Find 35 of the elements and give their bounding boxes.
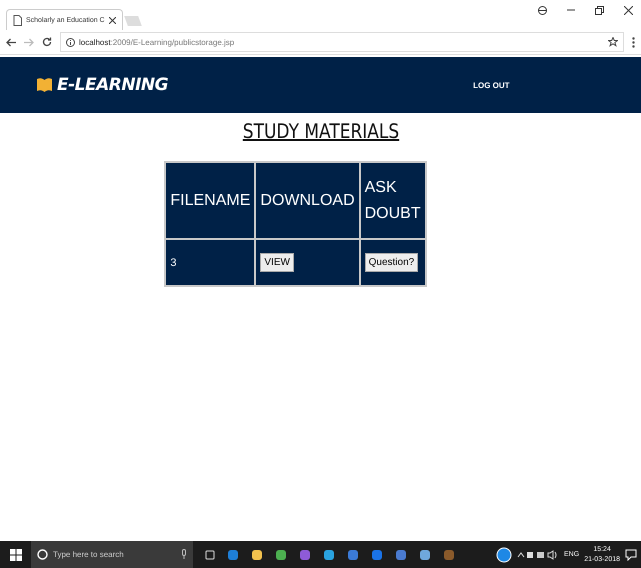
star-icon[interactable]: [608, 37, 618, 47]
app-icon[interactable]: [419, 548, 431, 560]
profile-icon[interactable]: [538, 4, 547, 16]
logout-link[interactable]: LOG OUT: [473, 80, 510, 90]
back-icon[interactable]: [6, 38, 16, 46]
info-icon: [66, 38, 75, 46]
question-button[interactable]: Question?: [364, 253, 418, 272]
app-icon[interactable]: [275, 548, 287, 560]
reload-icon[interactable]: [42, 37, 52, 47]
brand-name[interactable]: E-LEARNING: [57, 75, 168, 95]
app-icon[interactable]: [323, 548, 335, 560]
table-cell: 3: [165, 239, 256, 286]
page-title: STUDY MATERIALS: [242, 119, 399, 143]
notification-icon[interactable]: [625, 548, 637, 560]
tray-icons-drawing[interactable]: [517, 550, 560, 560]
column-header: DOWNLOAD: [255, 162, 360, 239]
page-icon: [13, 14, 22, 26]
column-header: ASK DOUBT: [360, 162, 426, 239]
close-icon[interactable]: [624, 6, 633, 14]
address-field[interactable]: localhost:2009/E-Learning/publicstorage.jsp: [60, 32, 624, 52]
view-button[interactable]: VIEW: [260, 253, 294, 272]
microphone-icon[interactable]: [181, 549, 187, 560]
book-icon: [36, 77, 53, 93]
restore-icon[interactable]: [595, 6, 604, 14]
start-icon[interactable]: [10, 548, 22, 560]
search-icon: [37, 549, 48, 560]
search-field[interactable]: Type here to search: [31, 541, 193, 568]
close-icon[interactable]: [108, 16, 116, 24]
column-header: FILENAME: [165, 162, 256, 239]
app-icon[interactable]: [227, 548, 239, 560]
app-icon[interactable]: [395, 548, 407, 560]
app-icon[interactable]: [251, 548, 263, 560]
menu-icon[interactable]: [632, 36, 635, 48]
minimize-icon[interactable]: [567, 9, 575, 11]
task-view-icon[interactable]: [205, 550, 215, 560]
